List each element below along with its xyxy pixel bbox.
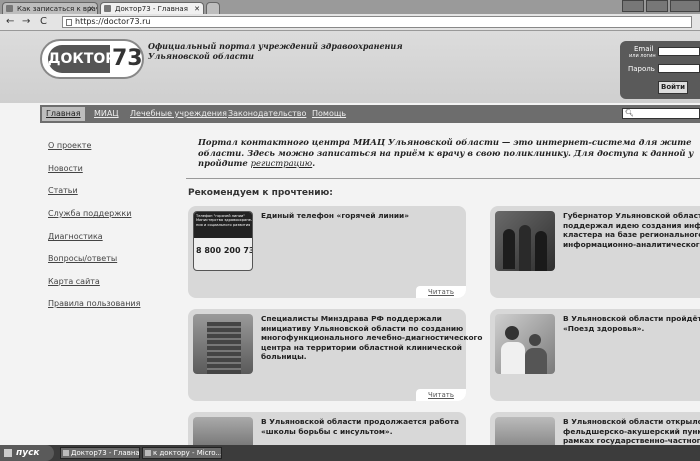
- divider: [186, 178, 700, 179]
- card-title[interactable]: В Ульяновской области продолжается работ…: [261, 417, 459, 436]
- hotline-phone: 8 800 200 7307: [196, 246, 252, 255]
- page-favicon-icon: [104, 5, 111, 12]
- page-icon: [66, 19, 72, 26]
- password-label: Пароль: [628, 65, 655, 73]
- taskbar-item-browser[interactable]: Доктор73 - Главна...: [60, 447, 140, 459]
- sidebar-item-sitemap[interactable]: Карта сайта: [48, 277, 100, 286]
- forward-button[interactable]: →: [22, 16, 30, 28]
- taskbar-item-label: к доктору - Micro...: [153, 449, 222, 457]
- email-label: Email: [634, 45, 654, 53]
- news-card: Специалисты Минздрава РФ поддержали иниц…: [188, 309, 483, 401]
- tab-title: Как записаться к врачу по: [17, 5, 97, 13]
- intro-text: Портал контактного центра МИАЦ Ульяновск…: [198, 137, 700, 169]
- address-toolbar: ← → C https://doctor73.ru: [0, 14, 700, 31]
- address-bar[interactable]: https://doctor73.ru: [62, 16, 692, 28]
- back-button[interactable]: ←: [6, 16, 14, 28]
- browser-icon: [63, 450, 69, 456]
- reload-button[interactable]: C: [40, 16, 47, 28]
- taskbar: пуск Доктор73 - Главна... к доктору - Mi…: [0, 445, 700, 461]
- clinic-thumbnail: [495, 417, 555, 445]
- site-header: ДОКТОР 73 Официальный портал учреждений …: [0, 31, 700, 103]
- url-text: https://doctor73.ru: [75, 17, 151, 26]
- sidebar-item-articles[interactable]: Статьи: [48, 186, 78, 195]
- document-icon: [145, 450, 151, 456]
- news-card: В Ульяновской области пройдёт оч «Поезд …: [490, 309, 700, 401]
- sidebar-item-support[interactable]: Служба поддержки: [48, 209, 131, 218]
- card-title[interactable]: Губернатор Ульяновской области С поддерж…: [563, 211, 700, 249]
- read-button[interactable]: Читать: [416, 389, 466, 401]
- intro-line: области. Здесь можно записаться на приём…: [198, 147, 694, 158]
- window-close-button[interactable]: [670, 0, 700, 12]
- doctor-thumbnail: [495, 314, 555, 374]
- card-title[interactable]: В Ульяновской области пройдёт оч «Поезд …: [563, 314, 700, 333]
- search-icon: 🔍︎: [625, 109, 634, 117]
- start-button[interactable]: пуск: [0, 445, 54, 461]
- hospital-thumbnail: [193, 417, 253, 445]
- email-field[interactable]: [658, 47, 700, 56]
- sidebar-item-about[interactable]: О проекте: [48, 141, 91, 150]
- close-icon[interactable]: ✕: [88, 3, 94, 14]
- thumbnail-caption: Телефон "горячей линии" Министерства здр…: [196, 214, 253, 227]
- email-sublabel: или логин: [629, 53, 656, 59]
- login-button[interactable]: Войти: [658, 81, 688, 94]
- news-card: В Ульяновской области открылся п фельдше…: [490, 412, 700, 445]
- photo-thumbnail: [495, 211, 555, 271]
- hotline-thumbnail: Телефон "горячей линии" Министерства здр…: [193, 211, 253, 271]
- logo-text: ДОКТОР: [48, 45, 116, 73]
- news-card: Губернатор Ульяновской области С поддерж…: [490, 206, 700, 298]
- registration-link[interactable]: регистрацию: [251, 158, 313, 168]
- portal-title: Официальный портал учреждений здравоохра…: [148, 41, 403, 61]
- browser-tab[interactable]: Как записаться к врачу по ✕: [2, 2, 98, 14]
- news-card: Телефон "горячей линии" Министерства здр…: [188, 206, 466, 298]
- nav-item-help[interactable]: Помощь: [312, 107, 346, 121]
- taskbar-item-label: Доктор73 - Главна...: [71, 449, 140, 457]
- intro-line: пройдите регистрацию.: [198, 158, 700, 169]
- new-tab-button[interactable]: [206, 2, 220, 14]
- intro-suffix: .: [312, 158, 316, 168]
- maximize-button[interactable]: [646, 0, 668, 12]
- taskbar-item-word[interactable]: к доктору - Micro...: [142, 447, 222, 459]
- web-page: ДОКТОР 73 Официальный портал учреждений …: [0, 31, 700, 445]
- sidebar-item-faq[interactable]: Вопросы/ответы: [48, 254, 117, 263]
- browser-tab-strip: Как записаться к врачу по ✕ Доктор73 - Г…: [0, 0, 700, 14]
- news-card: В Ульяновской области продолжается работ…: [188, 412, 466, 445]
- start-label: пуск: [16, 448, 40, 458]
- password-field[interactable]: [658, 64, 700, 73]
- intro-line: Портал контактного центра МИАЦ Ульяновск…: [198, 137, 692, 147]
- sidebar-item-diagnostics[interactable]: Диагностика: [48, 232, 103, 241]
- card-title[interactable]: Единый телефон «горячей линии»: [261, 211, 409, 221]
- windows-logo-icon: [4, 449, 12, 457]
- main-nav: Главная МИАЦ Лечебные учреждения Законод…: [40, 105, 700, 123]
- recommend-heading: Рекомендуем к прочтению:: [188, 188, 333, 198]
- card-title[interactable]: Специалисты Минздрава РФ поддержали иниц…: [261, 314, 483, 362]
- login-panel: Email или логин Пароль Войти: [620, 41, 700, 99]
- nav-item-legislation[interactable]: Законодательство: [228, 107, 306, 121]
- read-button[interactable]: Читать: [416, 286, 466, 298]
- nav-item-home[interactable]: Главная: [42, 107, 85, 121]
- nav-item-miac[interactable]: МИАЦ: [94, 107, 119, 121]
- nav-item-clinics[interactable]: Лечебные учреждения: [130, 107, 227, 121]
- browser-tab-active[interactable]: Доктор73 - Главная ✕: [100, 2, 204, 14]
- tab-title: Доктор73 - Главная: [115, 5, 188, 13]
- logo-number: 73: [112, 46, 143, 71]
- page-favicon-icon: [6, 5, 13, 12]
- sidebar-item-rules[interactable]: Правила пользования: [48, 299, 140, 308]
- building-thumbnail: [193, 314, 253, 374]
- minimize-button[interactable]: [622, 0, 644, 12]
- sidebar-item-news[interactable]: Новости: [48, 164, 83, 173]
- search-input[interactable]: 🔍︎: [622, 108, 700, 119]
- site-logo[interactable]: ДОКТОР 73: [40, 39, 144, 79]
- card-title[interactable]: В Ульяновской области открылся п фельдше…: [563, 417, 700, 445]
- intro-prefix: пройдите: [198, 158, 251, 168]
- close-icon[interactable]: ✕: [194, 3, 200, 14]
